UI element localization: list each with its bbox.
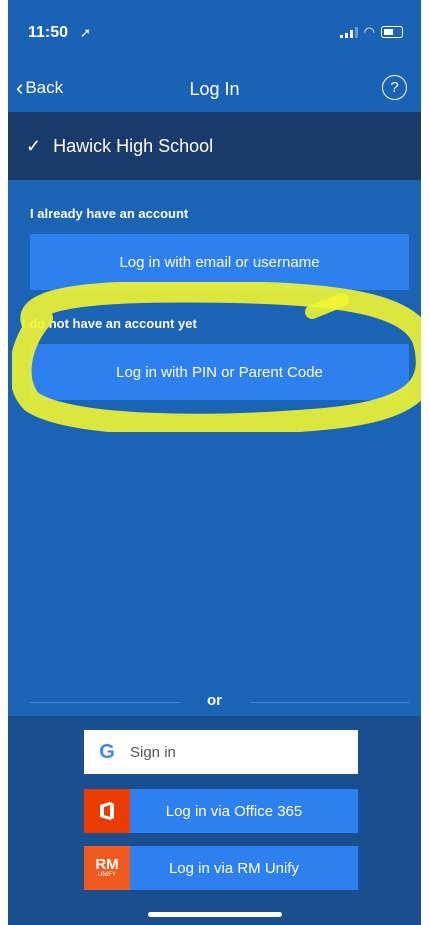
google-icon: G <box>99 740 115 763</box>
rm-unify-label: Log in via RM Unify <box>168 859 300 877</box>
rm-unify-login-button[interactable]: RM UNIFY Log in via RM Unify <box>84 846 358 890</box>
school-name: Hawick High School <box>53 135 214 156</box>
new-account-label: I do not have an account yet <box>22 316 197 331</box>
google-signin-button[interactable]: G Sign in <box>84 730 358 774</box>
status-icons: ◠ <box>339 24 403 40</box>
navigation-bar: ‹ Back Log In ? <box>8 68 421 112</box>
existing-account-label: I already have an account <box>30 206 189 221</box>
sso-panel: G Sign in Log in via Office 365 RM UNIFY… <box>8 716 421 925</box>
wifi-icon: ◠ <box>363 24 375 39</box>
battery-icon <box>381 26 403 38</box>
rm-unify-icon: RM UNIFY <box>84 846 130 890</box>
home-indicator[interactable] <box>148 912 282 917</box>
cellular-signal-icon <box>339 26 358 38</box>
selected-school-row[interactable]: ✓ Hawick High School <box>8 112 421 180</box>
page-title: Log In <box>189 79 240 99</box>
status-bar: 11:50 ➚ ◠ <box>8 0 421 68</box>
google-signin-label: Sign in <box>130 743 176 761</box>
app-screen: 11:50 ➚ ◠ ‹ Back Log In ? ✓ Hawick High … <box>8 0 421 925</box>
or-label: or <box>207 692 222 709</box>
office365-icon <box>84 789 130 833</box>
status-time: 11:50 <box>28 24 69 41</box>
help-button[interactable]: ? <box>382 75 407 100</box>
office365-label: Log in via Office 365 <box>165 802 303 820</box>
office365-login-button[interactable]: Log in via Office 365 <box>84 789 358 833</box>
help-icon: ? <box>390 79 399 96</box>
login-pin-button[interactable]: Log in with PIN or Parent Code <box>30 344 409 400</box>
checkmark-icon: ✓ <box>26 135 42 156</box>
login-email-button[interactable]: Log in with email or username <box>30 234 409 290</box>
location-arrow-icon: ➚ <box>80 25 91 40</box>
